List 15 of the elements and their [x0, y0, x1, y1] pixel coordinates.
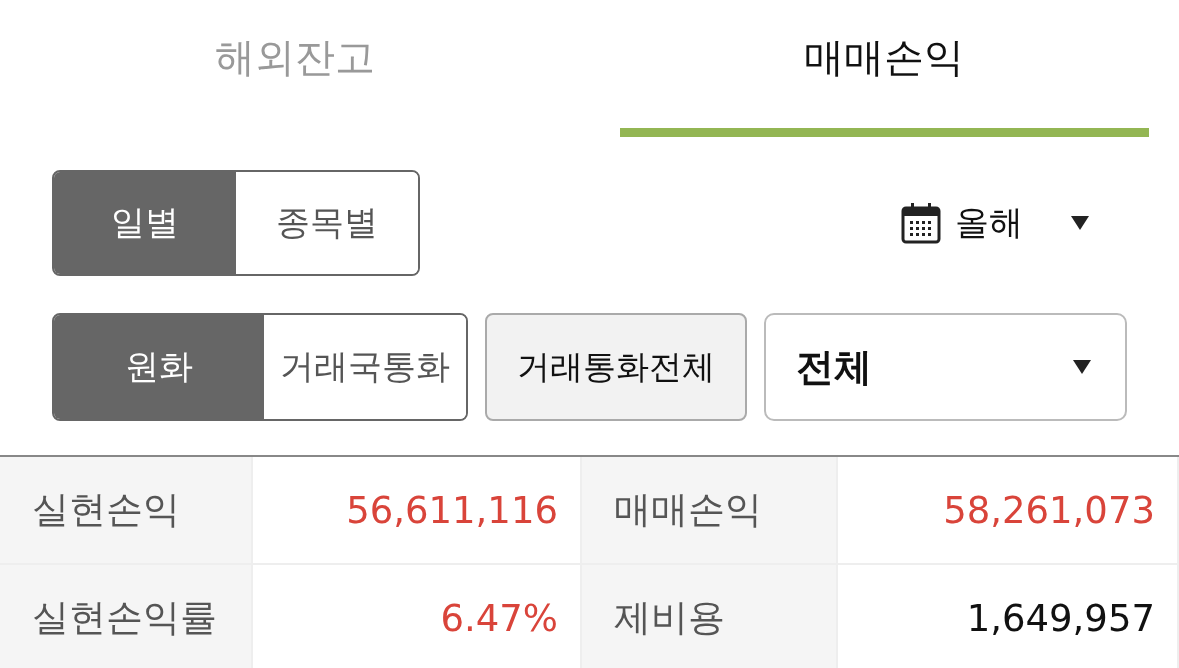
period-dropdown[interactable]: 올해	[895, 199, 1095, 247]
label-cell: 실현손익률	[0, 565, 253, 668]
segment-button[interactable]: 원화	[54, 315, 264, 419]
value-cell: 1,649,957	[838, 565, 1179, 668]
label-cell: 실현손익	[0, 457, 253, 565]
label-cell: 매매손익	[582, 457, 838, 565]
value-cell: 58,261,073	[838, 457, 1179, 565]
caret-icon	[1071, 216, 1089, 230]
segment-button[interactable]: 일별	[54, 172, 236, 274]
currency-button[interactable]: 거래통화전체	[485, 313, 747, 421]
label-cell: 제비용	[582, 565, 838, 668]
filter-dropdown[interactable]: 전체	[764, 313, 1127, 421]
caret-icon	[1073, 360, 1091, 374]
calendar-icon	[901, 202, 941, 244]
tab[interactable]: 매매손익	[619, 0, 1149, 137]
